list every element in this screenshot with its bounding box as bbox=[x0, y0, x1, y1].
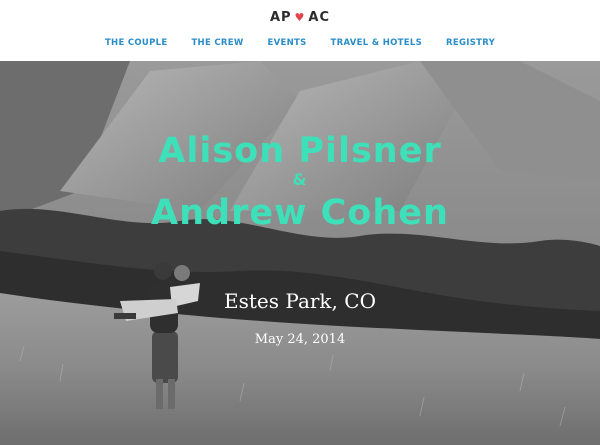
monogram-left: AP bbox=[269, 10, 292, 25]
hero-banner: Alison Pilsner & Andrew Cohen Estes Park… bbox=[0, 61, 600, 445]
ampersand: & bbox=[292, 170, 308, 189]
groom-name: Andrew Cohen bbox=[151, 193, 449, 233]
hero-photo bbox=[0, 61, 600, 445]
nav-item-travel-hotels[interactable]: TRAVEL & HOTELS bbox=[331, 38, 422, 48]
monogram-right: AC bbox=[308, 10, 331, 25]
bride-name: Alison Pilsner bbox=[158, 131, 442, 171]
nav-item-the-couple[interactable]: THE COUPLE bbox=[105, 38, 168, 48]
nav-item-events[interactable]: EVENTS bbox=[268, 38, 307, 48]
wedding-location: Estes Park, CO bbox=[224, 289, 376, 313]
main-nav: THE COUPLE THE CREW EVENTS TRAVEL & HOTE… bbox=[0, 38, 600, 48]
monogram-logo[interactable]: AP ♥ AC bbox=[0, 10, 600, 25]
site-header: AP ♥ AC THE COUPLE THE CREW EVENTS TRAVEL … bbox=[0, 0, 600, 61]
heart-icon: ♥ bbox=[294, 11, 306, 24]
wedding-date: May 24, 2014 bbox=[254, 332, 346, 347]
nav-item-registry[interactable]: REGISTRY bbox=[446, 38, 495, 48]
nav-item-the-crew[interactable]: THE CREW bbox=[191, 38, 243, 48]
